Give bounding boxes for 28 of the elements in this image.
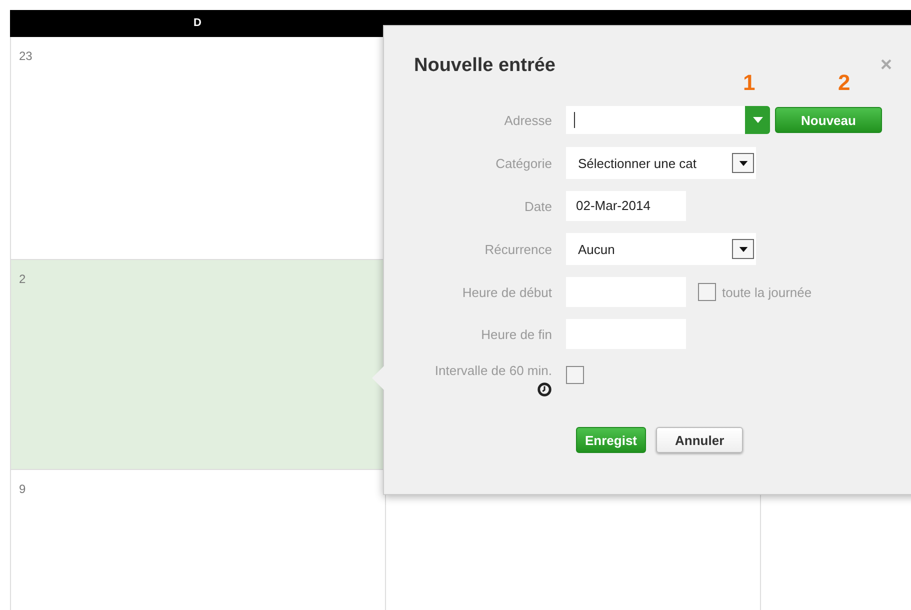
checkbox-label: toute la journée <box>722 284 812 300</box>
select-field[interactable]: Sélectionner une cat <box>566 147 756 179</box>
annotation-number: 1 <box>743 70 756 96</box>
clock-icon <box>537 382 552 397</box>
field-label: Catégorie <box>494 156 552 170</box>
day-number: 9 <box>19 482 26 496</box>
day-cell[interactable]: 2 <box>10 260 385 470</box>
checkbox[interactable] <box>698 283 716 301</box>
field-label: Heure de fin <box>480 326 552 342</box>
field-label: Date <box>524 198 552 214</box>
day-number: 2 <box>19 272 26 286</box>
field-label: Intervalle de 60 min. <box>434 361 552 401</box>
address-field[interactable] <box>566 106 770 134</box>
select-field[interactable]: Aucun <box>566 233 756 265</box>
cancel-button[interactable]: Annuler <box>656 427 744 453</box>
checkbox[interactable] <box>566 366 584 384</box>
field-label: Récurrence <box>484 242 552 256</box>
save-button[interactable]: Enregist <box>576 427 646 453</box>
field-label: Heure de début <box>461 284 552 300</box>
dialog-title: Nouvelle entrée <box>414 54 556 76</box>
dropdown-arrow-icon <box>752 117 762 123</box>
field-label: Adresse <box>503 112 552 128</box>
day-number: 23 <box>19 49 32 63</box>
date-field[interactable]: 02-Mar-2014 <box>566 191 686 221</box>
new-button[interactable]: Nouveau <box>775 107 882 133</box>
annotation-number: 2 <box>838 70 850 96</box>
dropdown-button[interactable] <box>745 106 770 134</box>
day-header: D <box>192 16 202 31</box>
